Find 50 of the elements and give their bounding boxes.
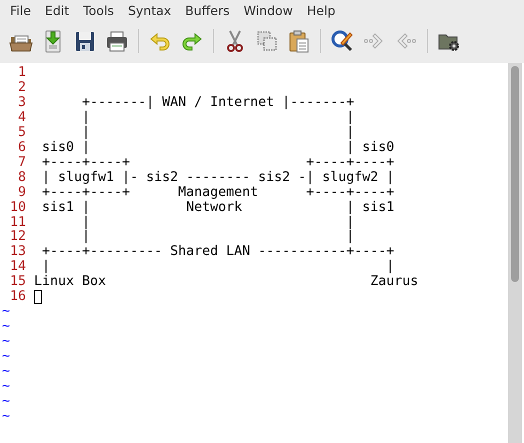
line-number: 8 [17, 170, 28, 186]
code-line: +----+----+ Management +----+----+ [41, 186, 394, 200]
line-number: 12 [9, 230, 28, 245]
line-number: 11 [9, 216, 28, 230]
code-line: | | [81, 110, 354, 126]
code-line: +-------| WAN / Internet |-------+ [81, 96, 354, 110]
code-line: | | [81, 126, 354, 140]
menu-item[interactable]: Buffers [178, 0, 237, 22]
line-number: 1 [17, 66, 28, 81]
code-line: Linux Box Zaurus [34, 275, 418, 290]
empty-line-marker: ~ [2, 305, 10, 320]
clipboard-icon [287, 29, 311, 53]
menu-item[interactable]: Help [300, 0, 342, 22]
scrollbar-thumb[interactable] [511, 66, 519, 282]
code-line: | slugfw1 |- sis2 -------- sis2 -| slugfw2 | [41, 170, 394, 186]
code-line: sis0 | | sis0 [41, 140, 394, 156]
menu-item[interactable]: Syntax [120, 0, 178, 22]
line-number: 4 [17, 110, 28, 126]
code-line: +----+--------- Shared LAN -----------+----+ [41, 245, 394, 260]
line-number: 16 [9, 290, 28, 306]
line-number: 3 [17, 96, 28, 111]
line-number: 14 [9, 260, 28, 275]
scrollbar[interactable] [508, 63, 522, 443]
empty-line-marker: ~ [2, 320, 10, 336]
code-line: +----+----+ +----+----+ [41, 156, 394, 170]
copy-icon [255, 29, 279, 53]
line-number: 13 [9, 245, 28, 260]
menu-item[interactable]: Tools [76, 0, 121, 22]
menu-item[interactable]: File [3, 0, 38, 22]
empty-line-marker: ~ [2, 350, 10, 366]
menu-item[interactable]: Edit [38, 0, 76, 22]
line-number: 9 [17, 186, 28, 201]
menu-item[interactable]: Window [236, 0, 300, 22]
empty-line-marker: ~ [2, 335, 10, 350]
line-number: 2 [17, 80, 28, 96]
empty-line-marker: ~ [2, 410, 10, 425]
empty-line-marker: ~ [2, 365, 10, 380]
empty-line-marker: ~ [2, 380, 10, 395]
magnifier-pencil-icon [330, 29, 354, 53]
code-line: | | [42, 260, 394, 275]
code-line: | | [81, 230, 354, 244]
line-number: 7 [17, 156, 28, 171]
line-number: 15 [9, 275, 28, 290]
line-number: 5 [17, 126, 28, 141]
printer-icon [105, 29, 129, 53]
line-number: 10 [9, 200, 28, 216]
code-line: sis1 | Network | sis1 [41, 200, 394, 215]
empty-line-marker: ~ [2, 394, 10, 410]
line-number: 6 [17, 140, 28, 156]
code-line: | | [81, 216, 354, 230]
